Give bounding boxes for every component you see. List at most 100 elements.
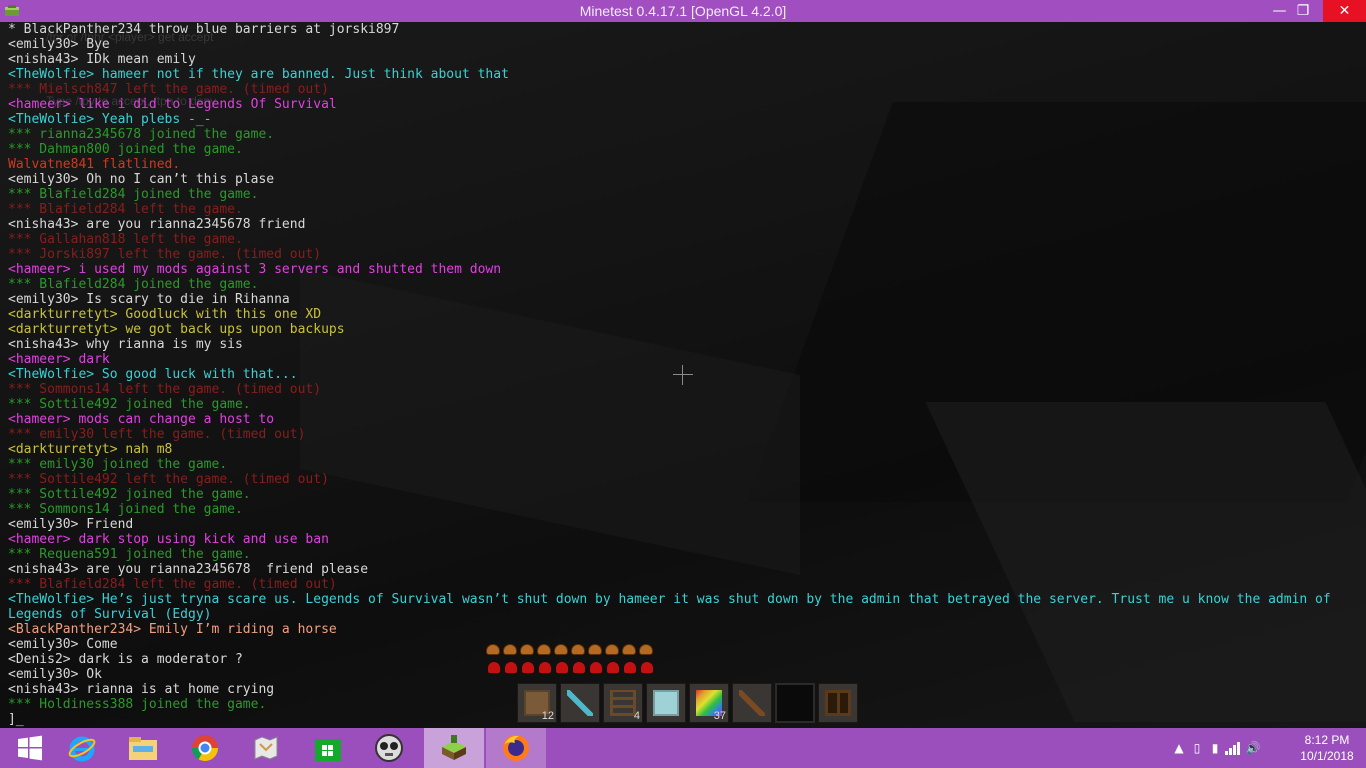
heart-icon <box>488 662 500 673</box>
taskbar-file-explorer[interactable] <box>113 728 173 768</box>
taskbar-store[interactable] <box>298 728 358 768</box>
taskbar-maps[interactable] <box>236 728 296 768</box>
close-icon: ✕ <box>1338 3 1351 19</box>
hotbar-slot[interactable] <box>732 683 772 723</box>
chat-line: *** Jorski897 left the game. (timed out) <box>8 247 322 262</box>
chat-line: *** rianna2345678 joined the game. <box>8 127 275 142</box>
restore-button[interactable]: ❐ <box>1283 0 1323 22</box>
hotbar-slot[interactable] <box>646 683 686 723</box>
game-viewport[interactable]: /tpr or /tphr <player> get accept Type /… <box>0 22 1366 728</box>
chat-log: * BlackPanther234 throw blue barriers at… <box>8 22 1348 712</box>
chat-line: <BlackPanther234> Emily I’m riding a hor… <box>8 622 337 637</box>
chat-line: *** emily30 left the game. (timed out) <box>8 427 306 442</box>
start-button[interactable] <box>0 728 60 768</box>
chat-line: *** Gallahan818 left the game. <box>8 232 243 247</box>
heart-icon <box>641 662 653 673</box>
chat-line: <emily30> Come <box>8 637 118 652</box>
show-hidden-icons-icon[interactable]: ▲ <box>1170 741 1188 755</box>
chat-line: <hameer> mods can change a host to <box>8 412 275 427</box>
taskbar-clock[interactable]: 8:12 PM 10/1/2018 <box>1292 732 1362 764</box>
chat-line: <nisha43> why rianna is my sis <box>8 337 243 352</box>
chat-line: <hameer> i used my mods against 3 server… <box>8 262 502 277</box>
item-count: 37 <box>713 710 726 722</box>
chat-line: *** Blafield284 joined the game. <box>8 187 259 202</box>
hunger-icon <box>605 644 619 655</box>
taskbar-ie[interactable] <box>52 728 112 768</box>
taskbar-firefox[interactable] <box>486 728 546 768</box>
chat-line: <emily30> Bye <box>8 37 110 52</box>
hunger-icon <box>537 644 551 655</box>
hunger-icon <box>520 644 534 655</box>
chat-line: <hameer> like i did to Legends Of Surviv… <box>8 97 337 112</box>
action-center-icon[interactable]: ▯ <box>1188 741 1206 755</box>
skull-face-icon <box>375 734 403 762</box>
chat-line: <hameer> dark <box>8 352 110 367</box>
ladder-icon <box>610 690 636 716</box>
chat-line: <TheWolfie> He’s just tryna scare us. Le… <box>8 592 1339 622</box>
chrome-icon <box>191 735 219 762</box>
volume-icon[interactable]: 🔊 <box>1242 741 1264 755</box>
heart-icon <box>522 662 534 673</box>
chat-line: *** Blafield284 left the game. (timed ou… <box>8 577 337 592</box>
internet-explorer-icon <box>68 736 96 762</box>
chat-line: <Denis2> dark is a moderator ? <box>8 652 243 667</box>
heart-icon <box>556 662 568 673</box>
hotbar-slot[interactable]: 4 <box>603 683 643 723</box>
heart-icon <box>590 662 602 673</box>
chat-line: <hameer> dark stop using kick and use ba… <box>8 532 329 547</box>
hotbar-slot[interactable] <box>560 683 600 723</box>
health-bar <box>488 662 653 673</box>
hotbar-slot[interactable]: 37 <box>689 683 729 723</box>
chat-line: <darkturretyt> we got back ups upon back… <box>8 322 345 337</box>
chat-line: *** Dahman800 joined the game. <box>8 142 243 157</box>
hunger-icon <box>571 644 585 655</box>
chat-line: <emily30> Ok <box>8 667 102 682</box>
chat-line: <darkturretyt> Goodluck with this one XD <box>8 307 322 322</box>
chat-line: Walvatne841 flatlined. <box>8 157 181 172</box>
network-signal-icon[interactable] <box>1224 741 1242 755</box>
hotbar-slot[interactable]: 12 <box>517 683 557 723</box>
chat-line: <emily30> Oh no I can’t this plase <box>8 172 275 187</box>
chat-line: * BlackPanther234 throw blue barriers at… <box>8 22 400 37</box>
heart-icon <box>539 662 551 673</box>
chat-line: *** Sottile492 left the game. (timed out… <box>8 472 329 487</box>
close-button[interactable]: ✕ <box>1323 0 1366 22</box>
taskbar-chrome[interactable] <box>175 728 235 768</box>
hunger-icon <box>554 644 568 655</box>
clock-date: 10/1/2018 <box>1300 749 1354 763</box>
taskbar-game-app[interactable] <box>359 728 419 768</box>
hotbar[interactable]: 12 4 37 <box>517 683 858 723</box>
folder-icon <box>129 737 157 760</box>
empty-slot-icon <box>783 691 809 717</box>
map-icon <box>254 736 278 760</box>
chat-line: *** Blafield284 left the game. <box>8 202 243 217</box>
chat-line: *** Sommons14 left the game. (timed out) <box>8 382 322 397</box>
chat-line: <emily30> Friend <box>8 517 134 532</box>
clock-time: 8:12 PM <box>1304 733 1350 747</box>
hunger-icon <box>588 644 602 655</box>
chat-line: *** Requena591 joined the game. <box>8 547 251 562</box>
system-tray: ▲ ▯ ▮ 🔊 <box>1170 728 1264 768</box>
hunger-icon <box>503 644 517 655</box>
firefox-icon <box>503 735 529 761</box>
heart-icon <box>573 662 585 673</box>
chat-line: <nisha43> IDk mean emily <box>8 52 196 67</box>
heart-icon <box>505 662 517 673</box>
taskbar-minetest[interactable] <box>424 728 484 768</box>
battery-icon[interactable]: ▮ <box>1206 741 1224 755</box>
restore-icon: ❐ <box>1296 3 1310 19</box>
hunger-icon <box>622 644 636 655</box>
chat-line: *** Sottile492 joined the game. <box>8 487 251 502</box>
hotbar-slot[interactable] <box>775 683 815 723</box>
chat-line: <TheWolfie> So good luck with that... <box>8 367 298 382</box>
crafting-grid-icon <box>825 690 851 716</box>
ice-block-icon <box>653 690 679 716</box>
chat-line: *** emily30 joined the game. <box>8 457 228 472</box>
chat-line: <TheWolfie> hameer not if they are banne… <box>8 67 509 82</box>
minetest-icon <box>442 735 466 760</box>
hotbar-slot[interactable] <box>818 683 858 723</box>
chat-line: *** Blafield284 joined the game. <box>8 277 259 292</box>
diamond-shovel-icon <box>567 690 593 716</box>
chat-input[interactable]: ]_ <box>8 712 24 727</box>
chat-line: <TheWolfie> Yeah plebs -_- <box>8 112 212 127</box>
